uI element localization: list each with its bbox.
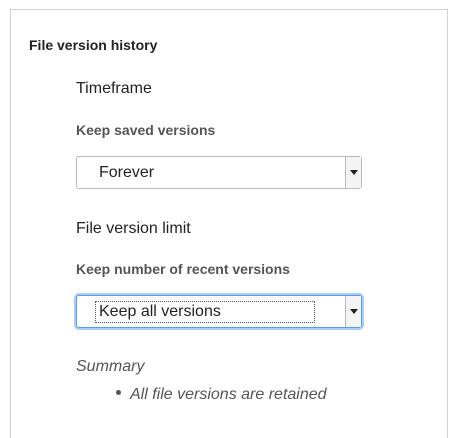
bullet-icon [116,390,121,396]
summary-item-text: All file versions are retained [130,386,327,403]
dropdown-button[interactable] [345,296,361,327]
chevron-down-icon [349,309,358,314]
summary-list: All file versions are retained [116,386,327,404]
keep-saved-versions-select[interactable]: Forever [76,156,362,189]
timeframe-heading: Timeframe [76,80,152,97]
dropdown-button[interactable] [345,157,361,188]
summary-item: All file versions are retained [116,386,327,404]
section-title: File version history [29,37,158,53]
keep-saved-versions-value: Forever [99,164,155,181]
keep-saved-versions-label: Keep saved versions [76,122,216,138]
keep-recent-versions-label: Keep number of recent versions [76,261,290,277]
keep-recent-versions-value: Keep all versions [95,301,315,323]
summary-title: Summary [76,358,145,375]
file-version-limit-heading: File version limit [76,220,191,237]
keep-recent-versions-select[interactable]: Keep all versions [76,295,362,328]
chevron-down-icon [349,170,358,175]
